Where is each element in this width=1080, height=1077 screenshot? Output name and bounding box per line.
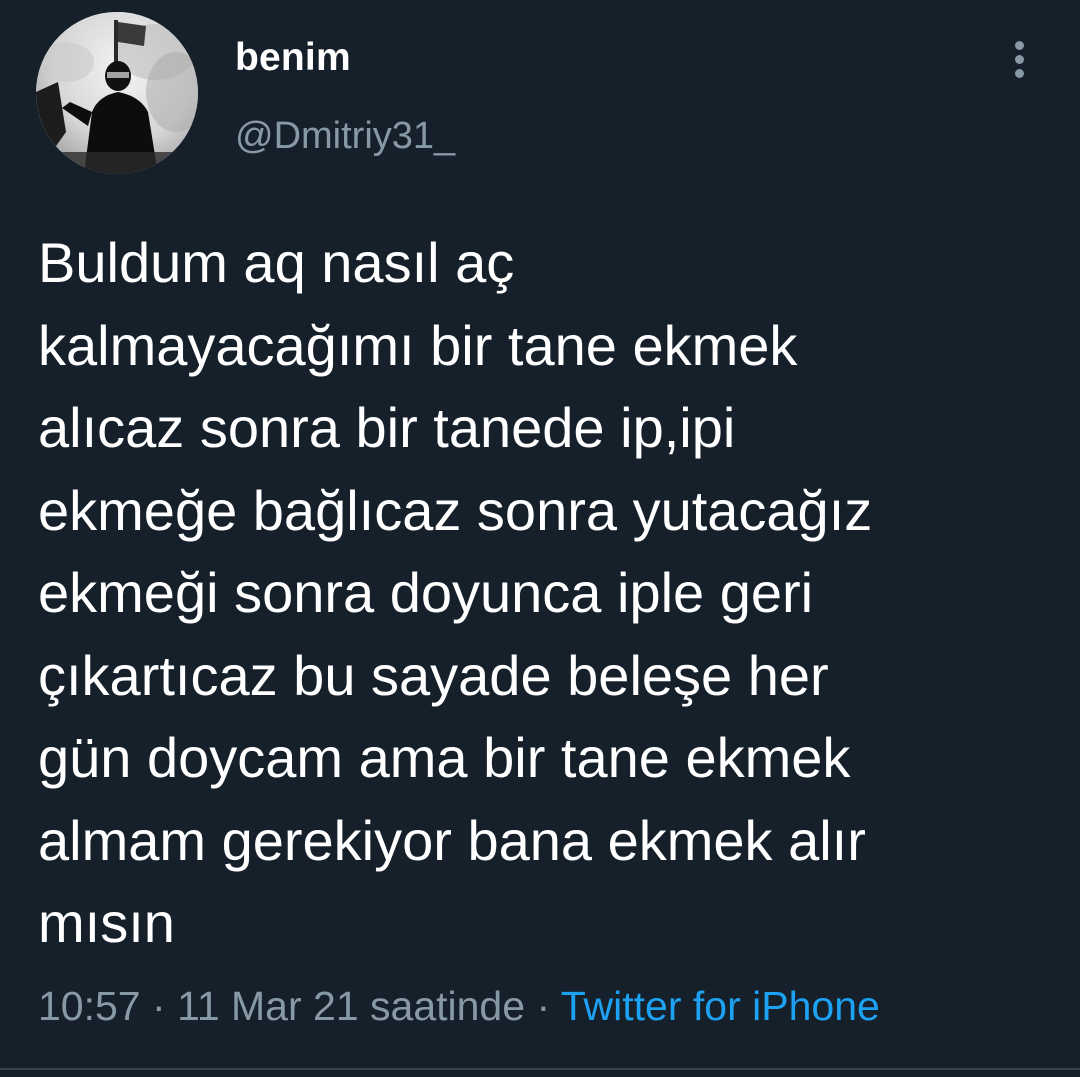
more-vertical-icon[interactable]: [1004, 36, 1036, 82]
tweet-text-line: ekmeğe bağlıcaz sonra yutacağız: [38, 478, 873, 542]
tweet-text-line: alıcaz sonra bir tanede ip,ipi: [38, 396, 736, 459]
tweet-date: 11 Mar 21 saatinde: [177, 983, 526, 1029]
tweet-text-line: kalmayacağımı bir tane ekmek: [38, 313, 798, 377]
more-dot: [1015, 69, 1024, 78]
meta-separator: ·: [536, 983, 551, 1029]
tweet-source-link[interactable]: Twitter for iPhone: [561, 983, 880, 1029]
tweet-text-line: almam gerekiyor bana ekmek alır: [38, 808, 866, 872]
user-avatar[interactable]: [36, 12, 198, 174]
divider: [0, 1068, 1080, 1070]
tweet-detail: benim @Dmitriy31_ Buldum aq nasıl aç kal…: [0, 0, 1080, 1077]
tweet-time: 10:57: [38, 983, 141, 1029]
display-name[interactable]: benim: [235, 36, 351, 80]
user-handle[interactable]: @Dmitriy31_: [235, 114, 455, 158]
tweet-meta: 10:57 · 11 Mar 21 saatinde · Twitter for…: [38, 978, 880, 1034]
more-dot: [1015, 55, 1024, 64]
tweet-text-line: mısın: [38, 891, 175, 954]
tweet-text-line: gün doycam ama bir tane ekmek: [38, 726, 851, 789]
tweet-text-line: Buldum aq nasıl aç: [38, 231, 515, 294]
tweet-text: Buldum aq nasıl aç kalmayacağımı bir tan…: [38, 222, 1048, 965]
tweet-text-line: çıkartıcaz bu sayade beleşe her: [38, 643, 829, 707]
more-dot: [1015, 41, 1024, 50]
avatar-photo: [36, 12, 198, 174]
meta-separator: ·: [152, 983, 166, 1029]
tweet-text-line: ekmeği sonra doyunca iple geri: [38, 561, 814, 624]
